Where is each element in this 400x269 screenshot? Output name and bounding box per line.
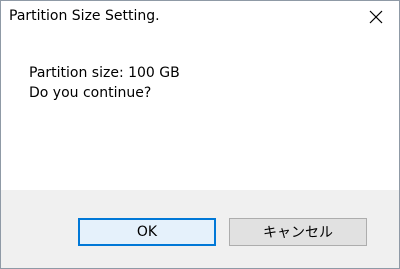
partition-size-line: Partition size: 100 GB — [29, 65, 180, 81]
cancel-button[interactable]: キャンセル — [229, 218, 367, 246]
close-button[interactable] — [353, 1, 399, 33]
window-title: Partition Size Setting. — [9, 8, 160, 24]
continue-question-line: Do you continue? — [29, 85, 152, 101]
message-text: Partition size: 100 GB Do you continue? — [29, 63, 180, 103]
ok-button[interactable]: OK — [78, 218, 216, 246]
title-bar[interactable]: Partition Size Setting. — [1, 1, 399, 33]
button-bar: OK キャンセル — [1, 190, 399, 268]
partition-size-dialog: Partition Size Setting. Partition size: … — [0, 0, 400, 269]
dialog-content — [1, 33, 399, 190]
close-icon — [369, 10, 383, 24]
